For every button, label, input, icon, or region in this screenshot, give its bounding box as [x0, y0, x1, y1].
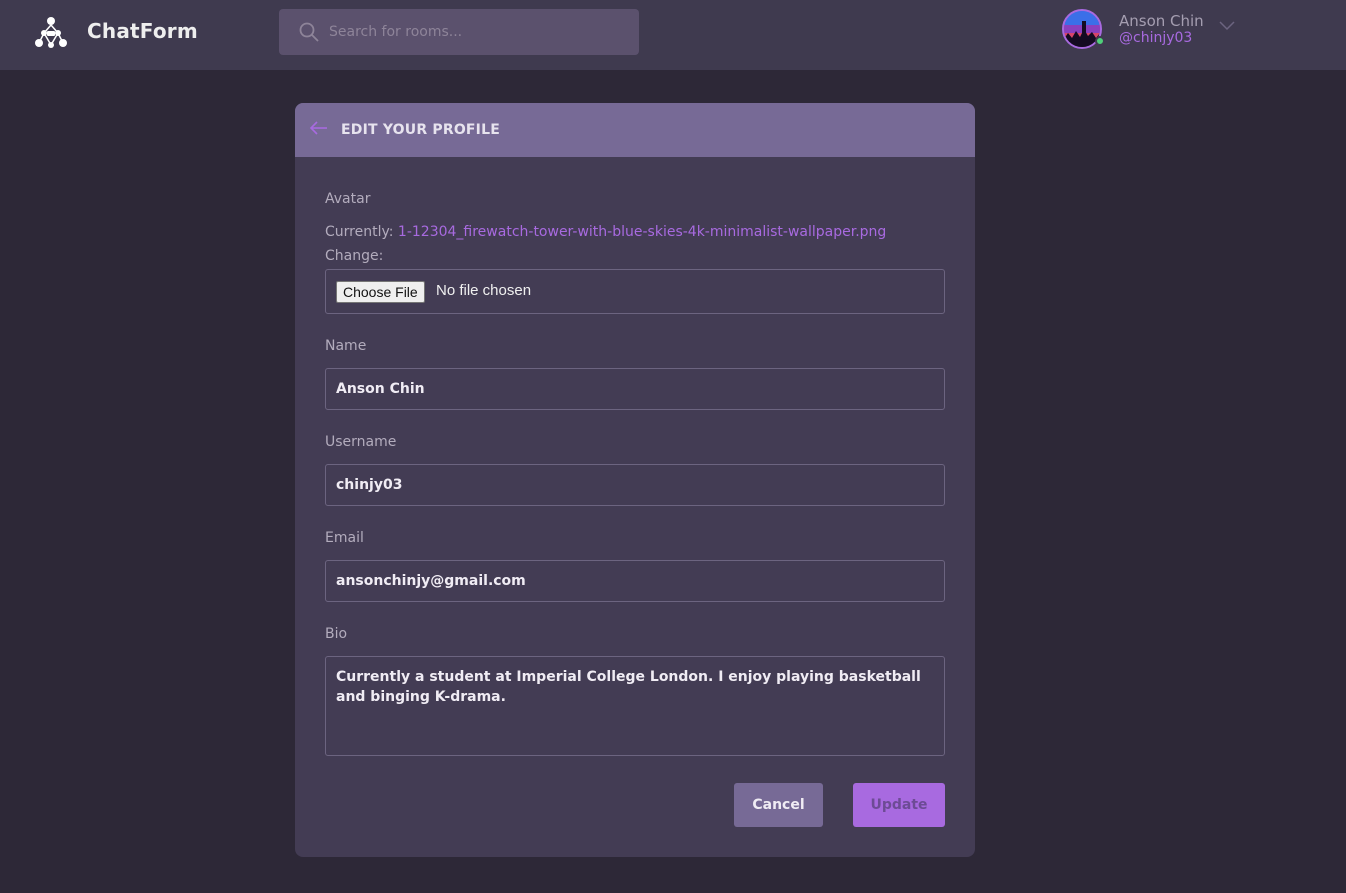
- update-button[interactable]: Update: [853, 783, 945, 827]
- bio-label: Bio: [325, 626, 348, 642]
- chevron-down-icon[interactable]: [1218, 18, 1236, 32]
- email-field-wrapper: [325, 560, 945, 602]
- current-avatar-info: Currently: 1-12304_firewatch-tower-with-…: [325, 224, 886, 240]
- user-handle[interactable]: @chinjy03: [1119, 30, 1192, 46]
- name-field-wrapper: [325, 368, 945, 410]
- currently-label: Currently:: [325, 224, 394, 240]
- username-label: Username: [325, 434, 397, 450]
- bio-textarea[interactable]: Currently a student at Imperial College …: [326, 657, 944, 755]
- username-field[interactable]: [326, 465, 944, 505]
- online-status-indicator: [1095, 36, 1105, 46]
- current-avatar-link[interactable]: 1-12304_firewatch-tower-with-blue-skies-…: [398, 224, 886, 240]
- back-arrow-icon[interactable]: [309, 120, 329, 136]
- no-file-text: No file chosen: [436, 282, 532, 299]
- email-label: Email: [325, 530, 364, 546]
- name-label: Name: [325, 338, 367, 354]
- search-input[interactable]: [329, 9, 629, 55]
- top-nav: ChatForm Anson Chin @chinjy03: [0, 0, 1346, 70]
- app-name[interactable]: ChatForm: [87, 19, 198, 43]
- logo-icon[interactable]: [34, 16, 68, 48]
- bio-field-wrapper: Currently a student at Imperial College …: [325, 656, 945, 756]
- card-header: EDIT YOUR PROFILE: [295, 103, 975, 157]
- cancel-button[interactable]: Cancel: [734, 783, 823, 827]
- user-name[interactable]: Anson Chin: [1119, 12, 1204, 30]
- avatar-file-input[interactable]: Choose File No file chosen: [325, 269, 945, 314]
- search-bar[interactable]: [279, 9, 639, 55]
- search-icon: [299, 22, 319, 42]
- email-field[interactable]: [326, 561, 944, 601]
- change-label: Change:: [325, 248, 384, 264]
- avatar-label: Avatar: [325, 191, 371, 207]
- name-field[interactable]: [326, 369, 944, 409]
- page-title: EDIT YOUR PROFILE: [341, 122, 500, 138]
- edit-profile-card: EDIT YOUR PROFILE Avatar Currently: 1-12…: [295, 103, 975, 857]
- choose-file-button[interactable]: Choose File: [336, 281, 425, 303]
- username-field-wrapper: [325, 464, 945, 506]
